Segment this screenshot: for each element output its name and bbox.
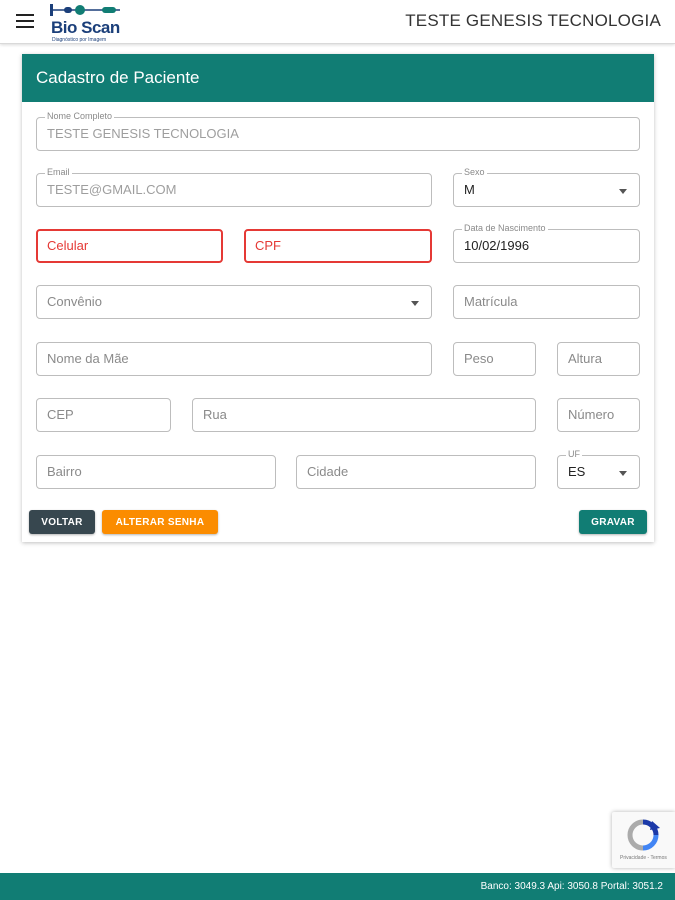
user-name: TESTE GENESIS TECNOLOGIA	[405, 11, 661, 30]
email-label: Email	[45, 167, 72, 178]
version-info: Banco: 3049.3 Api: 3050.8 Portal: 3051.2	[480, 881, 663, 892]
celular-field[interactable]: Celular	[36, 229, 223, 263]
numero-field[interactable]: Número	[557, 398, 640, 432]
bioscan-logo[interactable]: Bio Scan Diagnóstico por Imagem	[46, 2, 126, 43]
rua-field[interactable]: Rua	[192, 398, 536, 432]
card-header: Cadastro de Paciente	[22, 54, 654, 102]
cpf-placeholder: CPF	[255, 238, 281, 253]
convenio-select[interactable]: Convênio	[36, 285, 432, 319]
page-title: Cadastro de Paciente	[36, 68, 200, 87]
cep-field[interactable]: CEP	[36, 398, 171, 432]
bairro-placeholder: Bairro	[47, 464, 82, 479]
voltar-button[interactable]: VOLTAR	[29, 510, 95, 534]
peso-placeholder: Peso	[464, 351, 494, 366]
matricula-placeholder: Matrícula	[464, 294, 518, 309]
sexo-label: Sexo	[462, 167, 487, 178]
nome-completo-field[interactable]: Nome Completo TESTE GENESIS TECNOLOGIA	[36, 111, 640, 151]
chevron-down-icon	[411, 301, 419, 306]
cidade-placeholder: Cidade	[307, 464, 349, 479]
uf-label: UF	[566, 449, 582, 460]
uf-select[interactable]: UF ES	[557, 449, 640, 489]
altura-field[interactable]: Altura	[557, 342, 640, 376]
app-footer: Banco: 3049.3 Api: 3050.8 Portal: 3051.2	[0, 873, 675, 900]
chevron-down-icon	[619, 471, 627, 476]
bairro-field[interactable]: Bairro	[36, 455, 276, 489]
gravar-button[interactable]: GRAVAR	[579, 510, 647, 534]
cidade-field[interactable]: Cidade	[296, 455, 536, 489]
chevron-down-icon	[619, 189, 627, 194]
matricula-field[interactable]: Matrícula	[453, 285, 640, 319]
cep-placeholder: CEP	[47, 407, 74, 422]
email-value: TESTE@GMAIL.COM	[47, 182, 177, 197]
altura-placeholder: Altura	[568, 351, 602, 366]
uf-value: ES	[568, 464, 586, 479]
numero-placeholder: Número	[568, 407, 615, 422]
nome-mae-field[interactable]: Nome da Mãe	[36, 342, 432, 376]
data-nascimento-field[interactable]: Data de Nascimento 10/02/1996	[453, 223, 640, 263]
nome-completo-value: TESTE GENESIS TECNOLOGIA	[47, 126, 239, 141]
rua-placeholder: Rua	[203, 407, 227, 422]
logo-subtitle: Diagnóstico por Imagem	[52, 37, 107, 43]
recaptcha-icon	[627, 819, 660, 851]
peso-field[interactable]: Peso	[453, 342, 536, 376]
recaptcha-badge[interactable]: Privacidade - Termos	[612, 812, 675, 868]
menu-icon[interactable]	[16, 14, 34, 28]
data-nascimento-value: 10/02/1996	[464, 238, 530, 253]
recaptcha-text[interactable]: Privacidade - Termos	[620, 855, 667, 861]
nome-mae-placeholder: Nome da Mãe	[47, 351, 129, 366]
email-field[interactable]: Email TESTE@GMAIL.COM	[36, 167, 432, 207]
nome-completo-label: Nome Completo	[45, 111, 115, 122]
convenio-placeholder: Convênio	[47, 294, 102, 309]
patient-form-card: Cadastro de Paciente Nome Completo TESTE…	[22, 54, 654, 542]
app-header: Bio Scan Diagnóstico por Imagem TESTE GE…	[0, 0, 675, 44]
sexo-select[interactable]: Sexo M	[453, 167, 640, 207]
celular-placeholder: Celular	[47, 238, 89, 253]
alterar-senha-button[interactable]: ALTERAR SENHA	[102, 510, 218, 534]
logo-text: Bio Scan	[51, 18, 120, 37]
data-nascimento-label: Data de Nascimento	[462, 223, 548, 234]
sexo-value: M	[464, 182, 475, 197]
cpf-field[interactable]: CPF	[244, 229, 432, 263]
